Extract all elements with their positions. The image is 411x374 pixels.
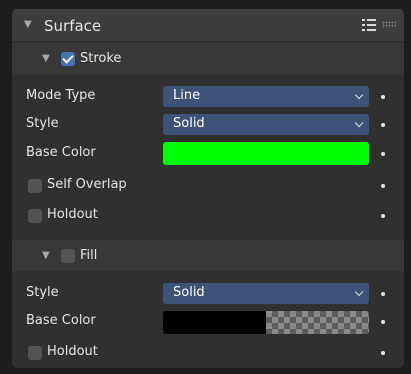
surface-panel: ▼ Surface ▼ Stroke Mode Type Line Style … xyxy=(12,9,404,368)
stroke-style-dropdown[interactable]: Solid xyxy=(163,114,369,135)
self-overlap-label: Self Overlap xyxy=(47,177,127,192)
stroke-color-fill xyxy=(163,142,369,165)
self-overlap-checkbox[interactable] xyxy=(28,179,42,193)
fill-style-value: Solid xyxy=(173,285,205,300)
fill-title: Fill xyxy=(80,248,98,263)
fill-enable-checkbox[interactable] xyxy=(61,249,75,263)
collapse-triangle-icon[interactable]: ▼ xyxy=(24,20,32,30)
fill-subpanel-header[interactable]: ▼ Fill xyxy=(12,240,404,271)
keyframe-dot-icon[interactable] xyxy=(381,214,385,218)
stroke-base-color-label: Base Color xyxy=(26,145,96,160)
fill-color-alpha-checker xyxy=(266,311,369,334)
fill-holdout-label: Holdout xyxy=(47,344,98,359)
list-icon[interactable] xyxy=(362,19,376,31)
keyframe-dot-icon[interactable] xyxy=(381,351,385,355)
stroke-holdout-label: Holdout xyxy=(47,207,98,222)
stroke-title: Stroke xyxy=(80,51,122,66)
keyframe-dot-icon[interactable] xyxy=(381,123,385,127)
stroke-style-label: Style xyxy=(26,116,59,131)
stroke-collapse-triangle-icon[interactable]: ▼ xyxy=(42,54,50,64)
keyframe-dot-icon[interactable] xyxy=(381,184,385,188)
fill-color-rgb xyxy=(163,311,266,334)
surface-panel-header[interactable]: ▼ Surface xyxy=(12,9,404,41)
mode-type-label: Mode Type xyxy=(26,88,96,103)
fill-holdout-checkbox[interactable] xyxy=(28,346,42,360)
fill-style-dropdown[interactable]: Solid xyxy=(163,283,369,304)
fill-style-label: Style xyxy=(26,285,59,300)
stroke-holdout-checkbox[interactable] xyxy=(28,209,42,223)
keyframe-dot-icon[interactable] xyxy=(381,95,385,99)
stroke-enable-checkbox[interactable] xyxy=(61,52,75,66)
stroke-base-color-swatch[interactable] xyxy=(163,142,369,165)
surface-title: Surface xyxy=(44,17,102,35)
chevron-down-icon xyxy=(354,118,364,128)
stroke-subpanel-header[interactable]: ▼ Stroke xyxy=(12,43,404,74)
keyframe-dot-icon[interactable] xyxy=(381,152,385,156)
mode-type-value: Line xyxy=(173,88,201,103)
fill-base-color-label: Base Color xyxy=(26,313,96,328)
drag-grip-icon[interactable] xyxy=(382,21,396,28)
fill-collapse-triangle-icon[interactable]: ▼ xyxy=(42,251,50,261)
chevron-down-icon xyxy=(354,287,364,297)
stroke-style-value: Solid xyxy=(173,116,205,131)
chevron-down-icon xyxy=(354,90,364,100)
keyframe-dot-icon[interactable] xyxy=(381,320,385,324)
mode-type-dropdown[interactable]: Line xyxy=(163,86,369,107)
keyframe-dot-icon[interactable] xyxy=(381,292,385,296)
fill-base-color-swatch[interactable] xyxy=(163,311,369,334)
